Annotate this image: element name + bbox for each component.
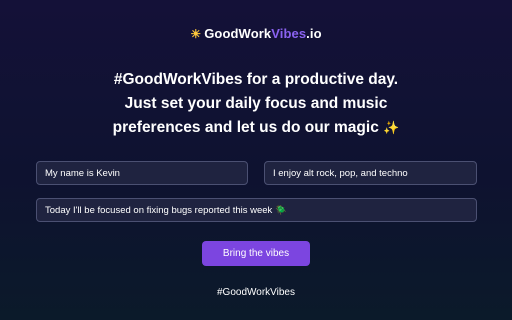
brand-logo: ☀ GoodWorkVibes.io <box>0 25 512 43</box>
music-preferences-input[interactable] <box>264 161 477 185</box>
headline-line-1: #GoodWorkVibes for a productive day. <box>113 71 399 88</box>
headline-line-3-wrap: preferences and let us do our magic ✨ <box>0 116 512 140</box>
brand-name-goodwork: GoodWork <box>204 26 272 41</box>
hero-headline: #GoodWorkVibes for a productive day. Jus… <box>0 68 512 140</box>
daily-focus-input[interactable] <box>36 198 477 222</box>
footer-hashtag: #GoodWorkVibes <box>216 287 295 298</box>
headline-line-3: preferences and let us do our magic <box>112 119 379 136</box>
headline-line-2: Just set your daily focus and music <box>124 95 388 112</box>
sparkles-icon: ✨ <box>383 120 400 135</box>
bring-the-vibes-button[interactable]: Bring the vibes <box>202 241 310 266</box>
brand-name-vibes: Vibes <box>271 26 307 41</box>
sun-icon: ☀ <box>190 27 202 41</box>
brand-name-tld: .io <box>306 26 322 41</box>
name-input[interactable] <box>36 161 248 185</box>
